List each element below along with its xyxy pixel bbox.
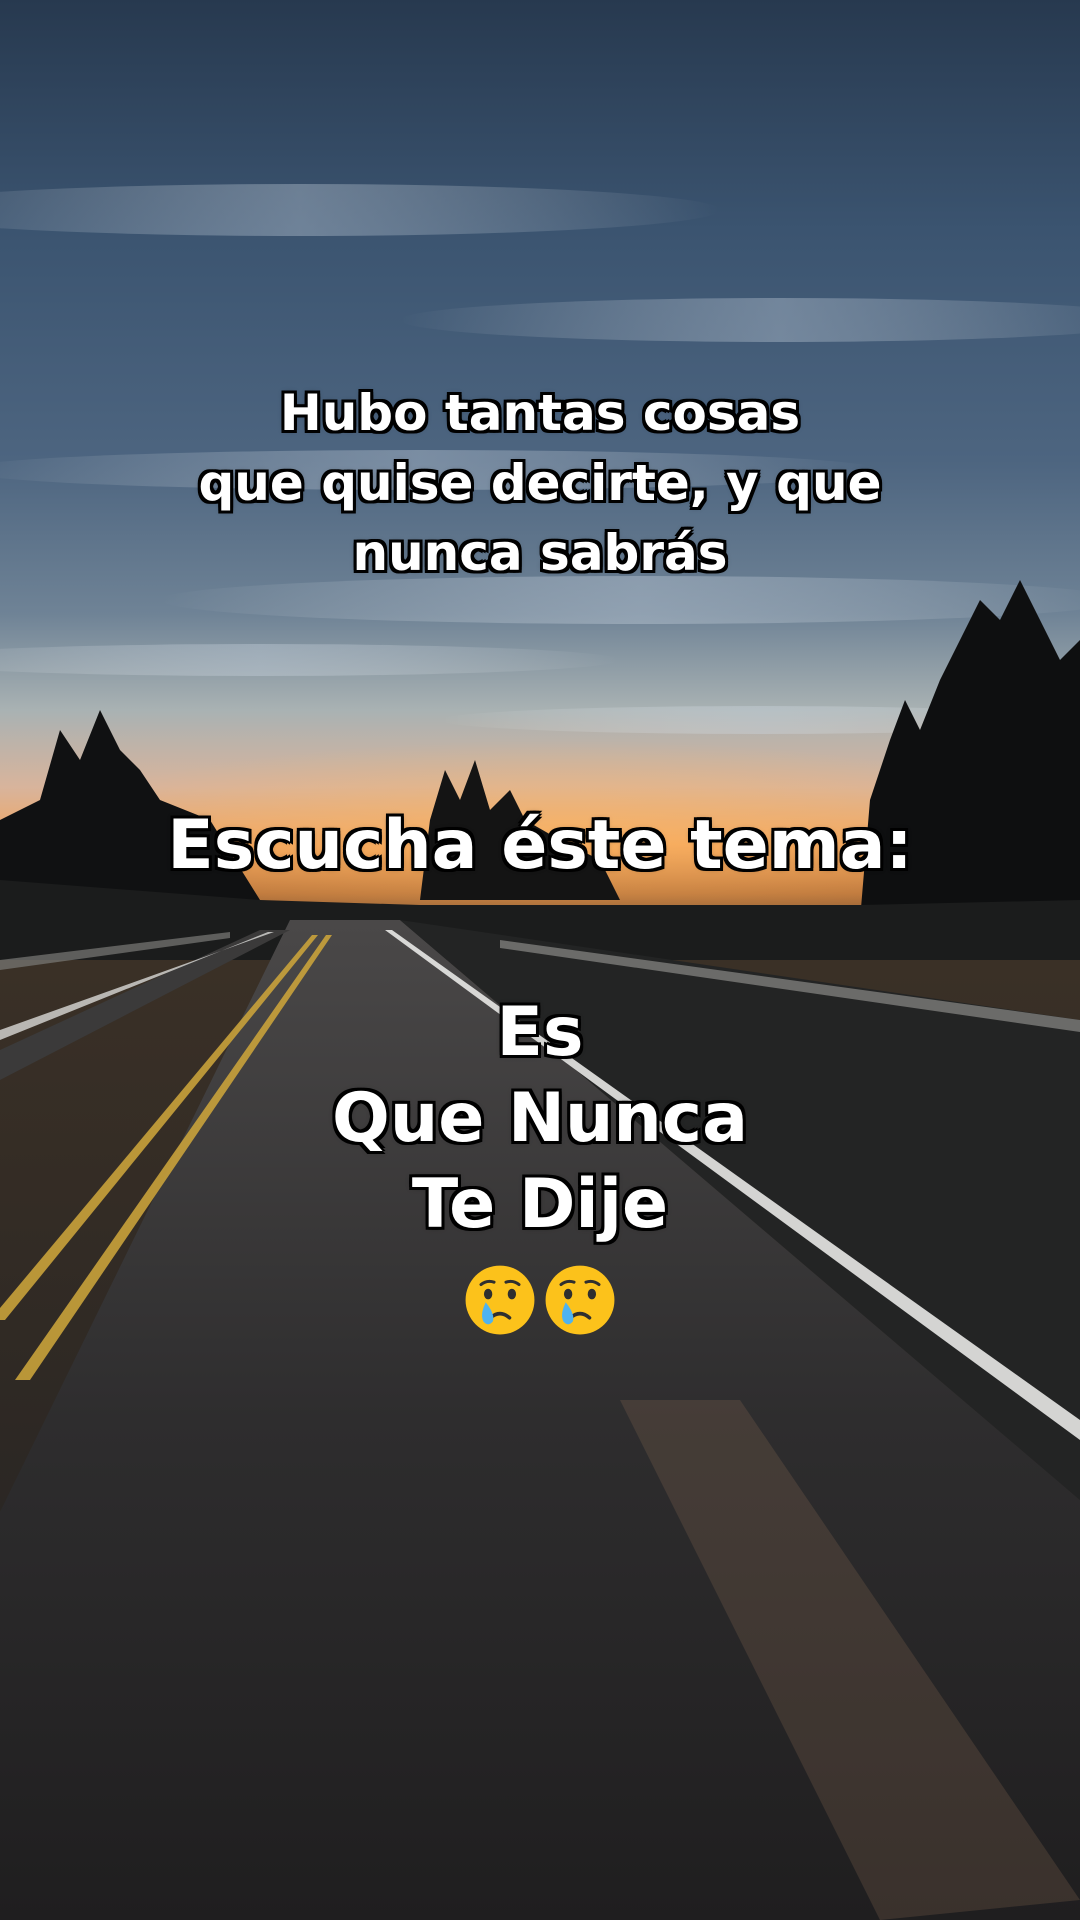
crying-face-emoji-icon — [545, 1265, 615, 1335]
listen-caption: Escucha éste tema: — [167, 806, 913, 885]
crying-face-emoji-icon — [465, 1265, 535, 1335]
song-title-line-3: Te Dije — [411, 1165, 669, 1244]
song-title-line-1: Es — [496, 993, 584, 1072]
intro-caption-line-1: Hubo tantas cosas — [279, 384, 801, 442]
intro-caption-line-3: nunca sabrás — [352, 524, 728, 582]
emoji-row — [0, 1262, 1080, 1338]
background-road-sunset-image — [0, 0, 1080, 1920]
video-frame: Hubo tantas cosas que quise decirte, y q… — [0, 0, 1080, 1920]
intro-caption-line-2: que quise decirte, y que — [198, 454, 882, 512]
song-title-caption: Es Que Nunca Te Dije — [0, 990, 1080, 1248]
intro-caption: Hubo tantas cosas que quise decirte, y q… — [0, 378, 1080, 588]
song-title-line-2: Que Nunca — [332, 1079, 748, 1158]
